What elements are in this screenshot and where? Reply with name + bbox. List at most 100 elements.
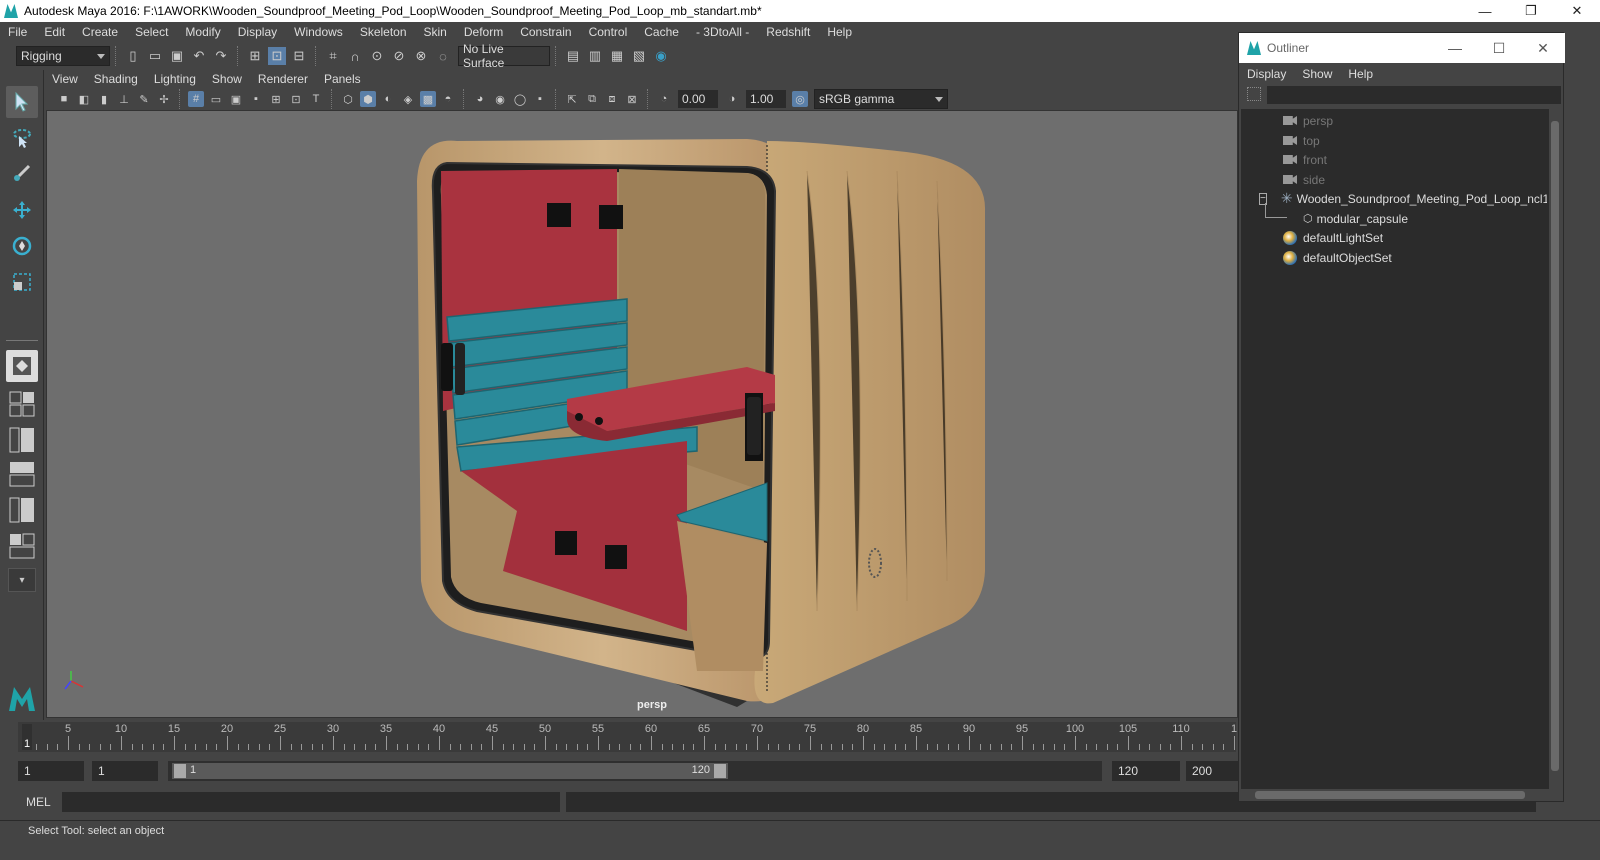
outliner-layout-icon[interactable] (6, 530, 38, 562)
snap-view-icon[interactable]: ⊘ (390, 47, 408, 65)
select-object-icon[interactable]: ⊡ (268, 47, 286, 65)
anim-start-field[interactable]: 1 (18, 761, 84, 781)
outliner-item-front[interactable]: front (1283, 150, 1327, 169)
save-scene-icon[interactable]: ▣ (168, 47, 186, 65)
ipr-render-icon[interactable]: ▦ (608, 47, 626, 65)
single-perspective-layout-icon[interactable] (6, 350, 38, 382)
gamma-icon[interactable]: ◑ (724, 91, 740, 107)
snap-live-icon[interactable]: ◌ (434, 47, 452, 65)
menu-file[interactable]: File (0, 25, 36, 39)
open-scene-icon[interactable]: ▭ (146, 47, 164, 65)
gamma-field[interactable]: 1.00 (746, 90, 786, 108)
menu-edit[interactable]: Edit (36, 25, 74, 39)
menu-constrain[interactable]: Constrain (512, 25, 580, 39)
xray-icon[interactable]: ⧉ (584, 91, 600, 107)
cmd-language-label[interactable]: MEL (26, 795, 51, 809)
menu-redshift[interactable]: Redshift (758, 25, 819, 39)
filter-icon[interactable] (1247, 87, 1261, 101)
xray-components-icon[interactable]: ⊠ (624, 91, 640, 107)
menu-control[interactable]: Control (581, 25, 637, 39)
snap-grid-icon[interactable]: ⌗ (324, 47, 342, 65)
anim-end-field[interactable]: 200 (1186, 761, 1238, 781)
color-management-icon[interactable]: ◎ (792, 91, 808, 107)
vp-menu-shading[interactable]: Shading (86, 72, 146, 86)
menu-skeleton[interactable]: Skeleton (352, 25, 416, 39)
vp-menu-panels[interactable]: Panels (316, 72, 369, 86)
scrollbar-thumb[interactable] (1551, 121, 1559, 771)
outliner-list[interactable]: persp top front side − ✳ Wooden_Soundpro… (1241, 109, 1549, 789)
ambient-occlusion-icon[interactable]: ◉ (492, 91, 508, 107)
menu-3dtoall[interactable]: - 3DtoAll - (688, 25, 758, 39)
scrollbar-thumb[interactable] (1255, 791, 1525, 799)
grid-icon[interactable]: # (188, 91, 204, 107)
wireframe-icon[interactable]: ⬡ (340, 91, 356, 107)
outliner-menu-show[interactable]: Show (1294, 67, 1340, 81)
perspective-viewport[interactable]: persp (46, 110, 1238, 718)
shadows-icon[interactable]: ◕ (472, 91, 488, 107)
image-plane-icon[interactable]: ⊥ (116, 91, 132, 107)
safe-action-icon[interactable]: ⊡ (288, 91, 304, 107)
motion-blur-icon[interactable]: ◯ (512, 91, 528, 107)
new-scene-icon[interactable]: ▯ (124, 47, 142, 65)
more-layouts-icon[interactable]: ▾ (8, 568, 36, 592)
timeline-ruler[interactable]: 1 5 10 15 20 25 30 35 40 45 50 55 60 65 70 75 80 85 90 95 1… (18, 722, 1237, 752)
exposure-icon[interactable]: ◔ (656, 91, 672, 107)
menu-help[interactable]: Help (819, 25, 861, 39)
xray-joints-icon[interactable]: ⧈ (604, 91, 620, 107)
outliner-maximize-button[interactable]: ☐ (1477, 33, 1521, 63)
shade-wireframe-icon[interactable]: ◐ (380, 91, 396, 107)
hypershade-icon[interactable]: ◉ (652, 47, 670, 65)
camera-attributes-icon[interactable]: ◧ (76, 91, 92, 107)
outliner-item-modular-capsule[interactable]: ⬡ modular_capsule (1303, 209, 1408, 228)
outliner-minimize-button[interactable]: — (1433, 33, 1477, 63)
range-end-handle[interactable] (714, 764, 726, 778)
lasso-tool-icon[interactable] (6, 122, 38, 154)
smooth-shade-icon[interactable]: ⬢ (360, 91, 376, 107)
camera-select-icon[interactable]: ■ (56, 91, 72, 107)
snap-curve-icon[interactable]: ∩ (346, 47, 364, 65)
menu-modify[interactable]: Modify (177, 25, 229, 39)
outliner-item-default-light-set[interactable]: defaultLightSet (1283, 228, 1383, 247)
rotate-tool-icon[interactable] (6, 230, 38, 262)
render-view-icon[interactable]: ▤ (564, 47, 582, 65)
paint-select-tool-icon[interactable] (6, 158, 38, 190)
minimize-button[interactable]: — (1462, 0, 1508, 22)
restore-button[interactable]: ❐ (1508, 0, 1554, 22)
default-material-icon[interactable]: ◈ (400, 91, 416, 107)
menu-select[interactable]: Select (127, 25, 177, 39)
outliner-menu-display[interactable]: Display (1239, 67, 1294, 81)
playback-end-field[interactable]: 120 (1112, 761, 1180, 781)
snap-point-icon[interactable]: ⊙ (368, 47, 386, 65)
vp-menu-view[interactable]: View (44, 72, 86, 86)
render-frame-icon[interactable]: ▥ (586, 47, 604, 65)
bookmark-icon[interactable]: ▮ (96, 91, 112, 107)
menu-cache[interactable]: Cache (636, 25, 688, 39)
gate-mask-icon[interactable]: ▪ (248, 91, 264, 107)
menu-deform[interactable]: Deform (456, 25, 512, 39)
resolution-gate-icon[interactable]: ▣ (228, 91, 244, 107)
menu-create[interactable]: Create (74, 25, 127, 39)
vp-menu-renderer[interactable]: Renderer (250, 72, 316, 86)
range-slider[interactable]: 1 120 (168, 761, 1102, 781)
outliner-vertical-scrollbar[interactable] (1549, 109, 1561, 789)
outliner-item-top[interactable]: top (1283, 131, 1320, 150)
persp-graph-layout-icon[interactable] (6, 458, 38, 490)
vp-menu-show[interactable]: Show (204, 72, 250, 86)
outliner-menu-help[interactable]: Help (1340, 67, 1381, 81)
use-all-lights-icon[interactable]: ◓ (440, 91, 456, 107)
select-tool-icon[interactable] (6, 86, 38, 118)
live-surface-field[interactable]: No Live Surface (458, 42, 550, 70)
hypershade-layout-icon[interactable] (6, 494, 38, 526)
field-chart-icon[interactable]: ⊞ (268, 91, 284, 107)
undo-icon[interactable]: ↶ (190, 47, 208, 65)
colorspace-dropdown[interactable]: sRGB gamma (814, 89, 948, 109)
four-view-layout-icon[interactable] (6, 388, 38, 420)
range-start-handle[interactable] (174, 764, 186, 778)
2d-pan-icon[interactable]: ✢ (156, 91, 172, 107)
persp-outliner-layout-icon[interactable] (6, 424, 38, 456)
outliner-search-input[interactable] (1267, 86, 1561, 104)
range-slider-fill[interactable]: 1 120 (172, 763, 728, 779)
outliner-item-side[interactable]: side (1283, 170, 1325, 189)
anti-aliasing-icon[interactable]: ▪ (532, 91, 548, 107)
close-button[interactable]: ✕ (1554, 0, 1600, 22)
